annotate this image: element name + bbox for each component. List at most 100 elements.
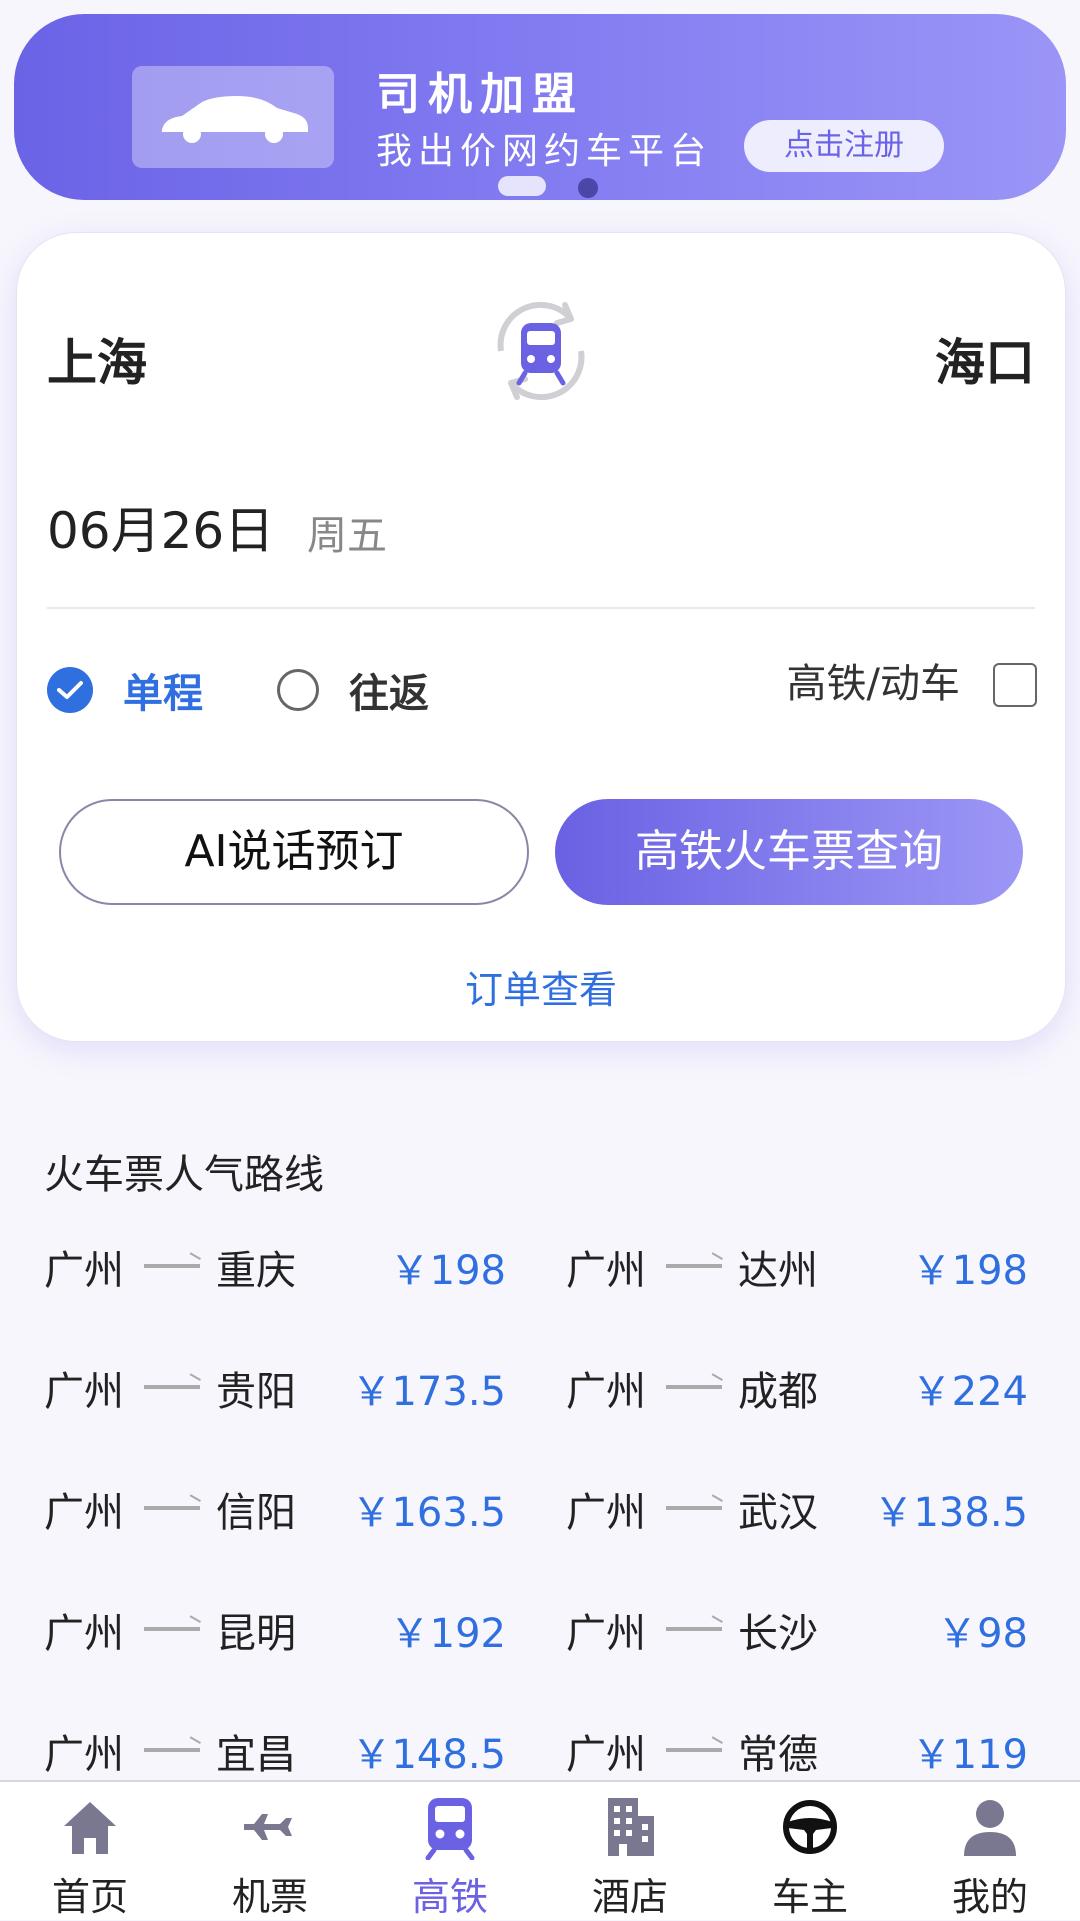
route-arrow-icon: [666, 1385, 722, 1389]
trip-type-one-way[interactable]: 单程: [47, 661, 203, 719]
route-price: ￥198: [911, 1248, 1028, 1294]
hsr-filter-checkbox[interactable]: [993, 663, 1037, 707]
departure-date[interactable]: 06月26日: [47, 491, 274, 563]
banner-title: 司机加盟: [376, 69, 584, 120]
route-from-city: 广州: [44, 1369, 124, 1415]
route-price: ￥192: [389, 1611, 506, 1657]
route-from-city: 广州: [566, 1369, 646, 1415]
route-arrow-icon: [144, 1385, 200, 1389]
route-from-city: 广州: [566, 1732, 646, 1778]
route-price: ￥148.5: [351, 1732, 506, 1778]
bottom-nav: 首页 机票 高铁 酒店 车主 我的: [0, 1780, 1080, 1920]
route-price: ￥224: [911, 1369, 1028, 1415]
route-price: ￥98: [937, 1611, 1028, 1657]
nav-item-profile[interactable]: 我的: [900, 1782, 1080, 1920]
home-icon: [64, 1802, 116, 1854]
route-arrow-icon: [144, 1748, 200, 1752]
route-from-city: 广州: [566, 1490, 646, 1536]
route-to-city: 达州: [738, 1248, 818, 1294]
nav-label: 我的: [951, 1875, 1028, 1919]
route-arrow-icon: [144, 1264, 200, 1268]
route-to-city: 宜昌: [216, 1732, 296, 1778]
route-item[interactable]: 广州 重庆 ￥198: [44, 1238, 506, 1298]
route-item[interactable]: 广州 武汉 ￥138.5: [566, 1480, 1028, 1540]
route-from-city: 广州: [44, 1611, 124, 1657]
route-to-city: 贵阳: [216, 1369, 296, 1415]
route-arrow-icon: [666, 1264, 722, 1268]
route-price: ￥163.5: [351, 1490, 506, 1536]
nav-item-train[interactable]: 高铁: [360, 1782, 540, 1920]
nav-label: 车主: [771, 1875, 848, 1919]
route-to-city: 重庆: [216, 1248, 296, 1294]
promo-banner[interactable]: 司机加盟 我出价网约车平台 点击注册: [14, 14, 1066, 200]
route-price: ￥173.5: [351, 1369, 506, 1415]
route-item[interactable]: 广州 常德 ￥119: [566, 1722, 1028, 1782]
banner-subtitle: 我出价网约车平台: [376, 131, 713, 172]
swap-cities-button[interactable]: [479, 289, 603, 413]
radio-checked-icon[interactable]: [47, 667, 93, 713]
user-icon: [964, 1800, 1016, 1856]
route-row: 广州 重庆 ￥198 广州 达州 ￥198: [44, 1238, 1036, 1298]
trip-type-round-trip[interactable]: 往返: [277, 661, 429, 719]
hsr-filter-label: 高铁/动车: [786, 661, 960, 707]
nav-label: 首页: [51, 1875, 128, 1919]
train-icon: [425, 1798, 475, 1860]
register-button[interactable]: 点击注册: [744, 120, 944, 172]
radio-unchecked-icon[interactable]: [277, 669, 319, 711]
route-price: ￥138.5: [873, 1490, 1028, 1536]
hotel-icon: [608, 1798, 654, 1856]
nav-item-flights[interactable]: 机票: [180, 1782, 360, 1920]
route-item[interactable]: 广州 昆明 ￥192: [44, 1601, 506, 1661]
route-from-city: 广州: [44, 1490, 124, 1536]
train-search-card: 上海 海口 06月26日 周五 单程 往返 高铁/动车 AI说话预订 高铁火车票…: [16, 232, 1066, 1042]
nav-item-driver[interactable]: 车主: [720, 1782, 900, 1920]
one-way-label: 单程: [123, 671, 203, 717]
route-row: 广州 信阳 ￥163.5 广州 武汉 ￥138.5: [44, 1480, 1036, 1540]
route-item[interactable]: 广州 成都 ￥224: [566, 1359, 1028, 1419]
route-to-city: 昆明: [216, 1611, 296, 1657]
route-from-city: 广州: [44, 1248, 124, 1294]
car-image: [132, 66, 334, 168]
view-orders-link[interactable]: 订单查看: [17, 959, 1065, 1014]
carousel-dot[interactable]: [578, 178, 598, 198]
route-item[interactable]: 广州 贵阳 ￥173.5: [44, 1359, 506, 1419]
route-price: ￥119: [911, 1732, 1028, 1778]
route-to-city: 成都: [738, 1369, 818, 1415]
car-icon: [162, 96, 308, 143]
nav-item-home[interactable]: 首页: [0, 1782, 180, 1920]
route-to-city: 信阳: [216, 1490, 296, 1536]
nav-label: 高铁: [411, 1875, 488, 1919]
ai-voice-booking-button[interactable]: AI说话预订: [59, 799, 529, 905]
route-item[interactable]: 广州 长沙 ￥98: [566, 1601, 1028, 1661]
swap-icon: [497, 301, 585, 401]
departure-weekday: 周五: [307, 513, 387, 559]
route-row: 广州 宜昌 ￥148.5 广州 常德 ￥119: [44, 1722, 1036, 1782]
popular-routes-title: 火车票人气路线: [44, 1152, 324, 1198]
nav-label: 酒店: [591, 1875, 668, 1919]
route-to-city: 长沙: [738, 1611, 818, 1657]
route-item[interactable]: 广州 信阳 ￥163.5: [44, 1480, 506, 1540]
route-arrow-icon: [666, 1748, 722, 1752]
train-ticket-search-button[interactable]: 高铁火车票查询: [555, 799, 1023, 905]
steering-wheel-icon: [783, 1800, 837, 1854]
route-to-city: 常德: [738, 1732, 818, 1778]
route-to-city: 武汉: [738, 1490, 818, 1536]
route-arrow-icon: [666, 1627, 722, 1631]
route-arrow-icon: [666, 1506, 722, 1510]
route-item[interactable]: 广州 宜昌 ￥148.5: [44, 1722, 506, 1782]
round-trip-label: 往返: [349, 671, 429, 717]
divider: [47, 607, 1035, 609]
arrival-city[interactable]: 海口: [935, 323, 1035, 395]
route-from-city: 广州: [566, 1611, 646, 1657]
nav-item-hotel[interactable]: 酒店: [540, 1782, 720, 1920]
route-arrow-icon: [144, 1627, 200, 1631]
carousel-dot-active[interactable]: [498, 176, 546, 196]
airplane-icon: [244, 1814, 292, 1840]
route-from-city: 广州: [566, 1248, 646, 1294]
nav-label: 机票: [231, 1875, 308, 1919]
route-row: 广州 贵阳 ￥173.5 广州 成都 ￥224: [44, 1359, 1036, 1419]
route-item[interactable]: 广州 达州 ￥198: [566, 1238, 1028, 1298]
route-from-city: 广州: [44, 1732, 124, 1778]
route-row: 广州 昆明 ￥192 广州 长沙 ￥98: [44, 1601, 1036, 1661]
departure-city[interactable]: 上海: [47, 323, 147, 395]
